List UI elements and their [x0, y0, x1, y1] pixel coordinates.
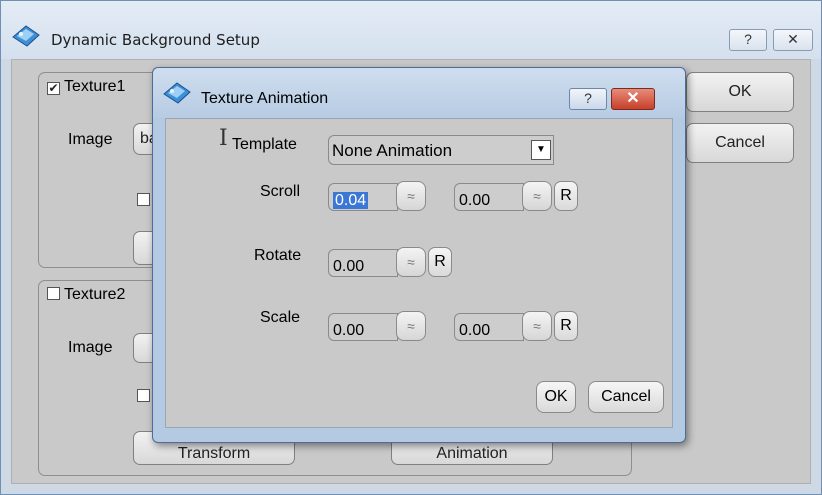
scroll-reset-button[interactable]: R [554, 181, 578, 211]
anim-cancel-button[interactable]: Cancel [588, 381, 664, 413]
scroll-label: Scroll [260, 183, 301, 200]
anim-help-button[interactable]: ? [569, 88, 607, 110]
rotate-value: 0.00 [333, 258, 365, 275]
scale-x-field[interactable]: 0.00 [328, 313, 398, 341]
texture2-checkbox-box [47, 287, 60, 300]
text-cursor-icon: I [219, 126, 228, 151]
rotate-spin-icon[interactable]: ≈ [396, 247, 426, 277]
template-value: None Animation [332, 141, 453, 160]
texture1-option-checkbox[interactable] [137, 193, 150, 206]
chevron-down-icon[interactable]: ▼ [531, 140, 551, 160]
texture2-label: Texture2 [64, 286, 126, 303]
main-window-title: Dynamic Background Setup [51, 31, 260, 49]
rotate-reset-button[interactable]: R [428, 247, 452, 277]
main-close-button[interactable]: ✕ [773, 29, 813, 51]
anim-client-area: Template None Animation ▼ Scroll 0.04 ≈ … [165, 118, 673, 428]
scale-x-spin-icon[interactable]: ≈ [396, 311, 426, 341]
texture1-checkmark-icon: ✔ [47, 81, 60, 95]
scale-y-field[interactable]: 0.00 [454, 313, 524, 341]
texture2-image-label: Image [68, 339, 113, 356]
texture1-checkbox[interactable]: ✔ Texture1 [47, 78, 125, 96]
scale-y-value: 0.00 [459, 322, 491, 339]
scroll-x-spin-icon[interactable]: ≈ [396, 181, 426, 211]
template-label: Template [232, 136, 297, 153]
scale-reset-button[interactable]: R [554, 311, 578, 341]
anim-window-title: Texture Animation [201, 90, 329, 107]
texture2-checkbox[interactable]: Texture2 [47, 286, 125, 304]
scroll-y-value: 0.00 [459, 192, 491, 209]
anim-close-button[interactable]: ✕ [611, 88, 655, 110]
scroll-y-field[interactable]: 0.00 [454, 183, 524, 211]
anim-ok-button[interactable]: OK [536, 381, 576, 413]
scroll-y-spin-icon[interactable]: ≈ [522, 181, 552, 211]
anim-title-bar[interactable]: Texture Animation ? ✕ [153, 68, 685, 118]
main-ok-button[interactable]: OK [686, 72, 794, 112]
scale-x-value: 0.00 [333, 322, 365, 339]
rotate-field[interactable]: 0.00 [328, 249, 398, 277]
main-help-button[interactable]: ? [729, 29, 767, 51]
rotate-label: Rotate [254, 247, 302, 264]
main-cancel-button[interactable]: Cancel [686, 123, 794, 163]
texture1-image-label: Image [68, 131, 113, 148]
app-icon [12, 25, 40, 47]
scale-label: Scale [260, 309, 301, 326]
scroll-x-value: 0.04 [333, 192, 369, 209]
scroll-x-field[interactable]: 0.04 [328, 183, 398, 211]
scale-y-spin-icon[interactable]: ≈ [522, 311, 552, 341]
texture2-option-checkbox[interactable] [137, 389, 150, 402]
main-title-bar[interactable]: Dynamic Background Setup ? ✕ [1, 1, 821, 59]
texture1-label: Texture1 [64, 78, 126, 95]
template-dropdown[interactable]: None Animation ▼ [328, 135, 554, 165]
texture-animation-dialog: Texture Animation ? ✕ Template None Anim… [152, 67, 686, 443]
app-icon [163, 82, 191, 104]
